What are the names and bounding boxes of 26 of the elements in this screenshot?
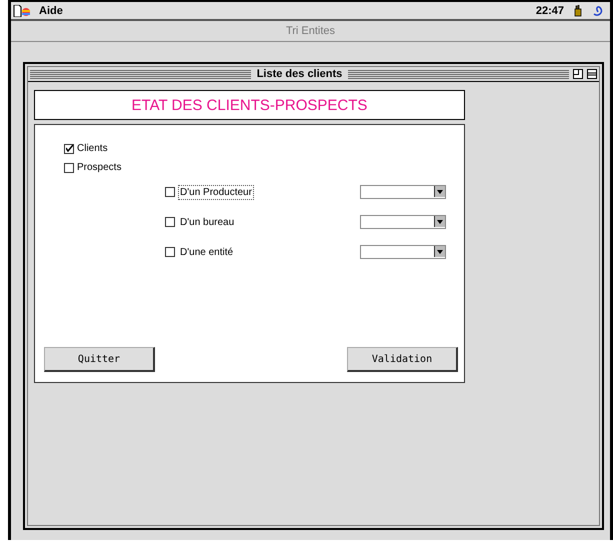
clock: 22:47 — [536, 4, 564, 16]
zoom-box-icon[interactable] — [573, 69, 583, 79]
menu-item[interactable]: Aide — [39, 4, 63, 16]
checkbox[interactable] — [165, 187, 175, 197]
checkbox[interactable] — [165, 217, 175, 227]
option-label: Clients — [77, 143, 108, 154]
dropdown-field[interactable] — [360, 245, 446, 259]
filter-label: D'une entité — [179, 246, 234, 260]
checkbox[interactable] — [64, 162, 74, 172]
app-title: Tri Entites — [11, 21, 610, 42]
document-icon[interactable] — [13, 4, 31, 16]
window-title: Liste des clients — [256, 68, 344, 80]
action-button[interactable]: Quitter — [44, 347, 155, 372]
report-heading: ETAT DES CLIENTS-PROSPECTS — [34, 90, 465, 120]
filter-label: D'un Producteur — [178, 184, 254, 200]
collapse-box-icon[interactable] — [587, 69, 597, 79]
title-bar-stripes[interactable] — [348, 70, 569, 78]
action-button[interactable]: Validation — [347, 347, 458, 372]
dropdown-field[interactable] — [360, 185, 446, 199]
checkbox[interactable] — [165, 247, 175, 257]
filter-label: D'un bureau — [179, 216, 236, 230]
option-label: Prospects — [77, 162, 122, 173]
dropdown-field[interactable] — [360, 215, 446, 229]
title-bar-stripes[interactable] — [30, 70, 251, 78]
checkbox[interactable] — [64, 144, 74, 154]
swirl-icon[interactable] — [592, 4, 604, 16]
